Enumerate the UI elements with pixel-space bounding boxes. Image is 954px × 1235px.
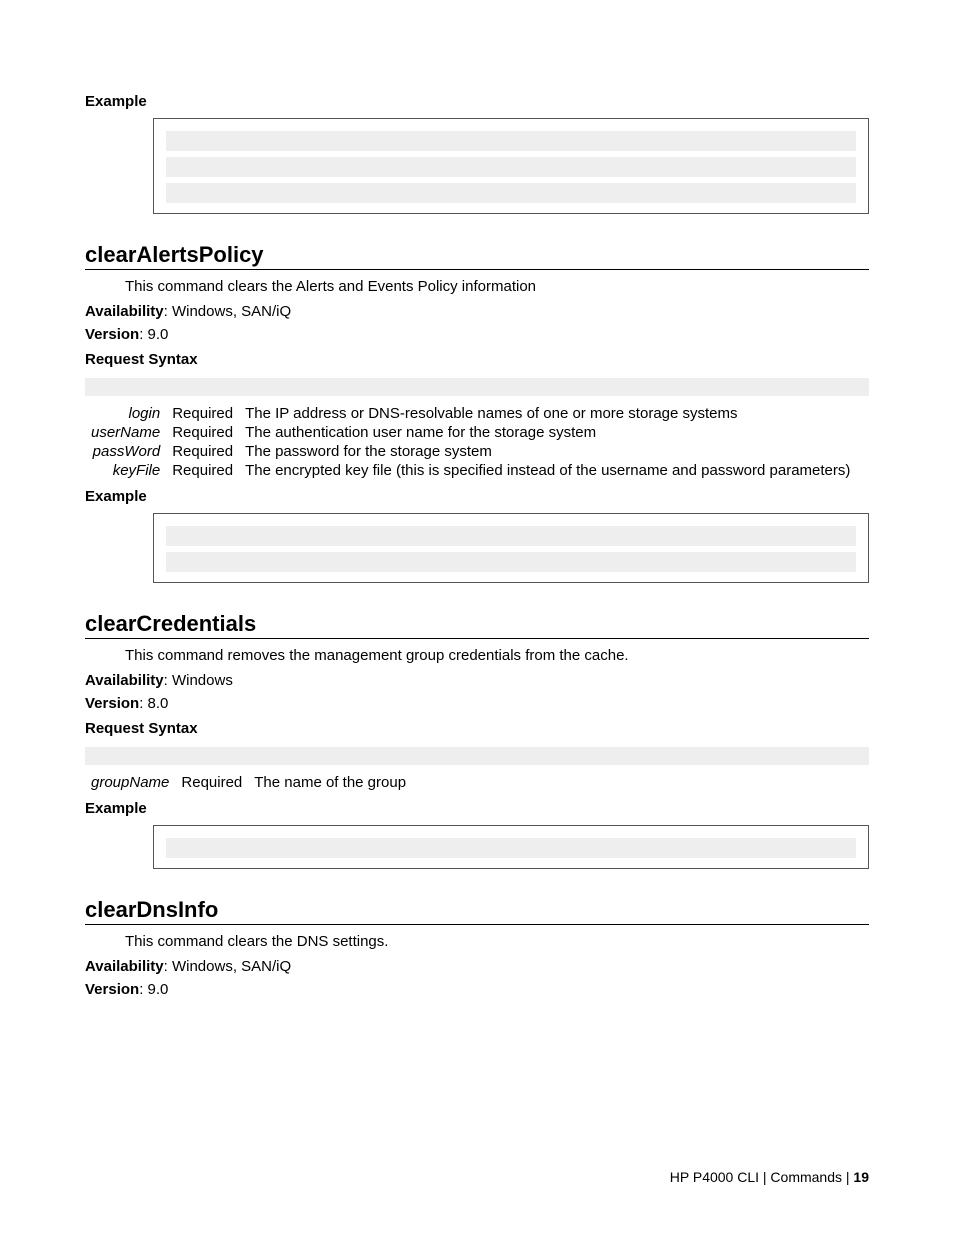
section-description: This command removes the management grou… xyxy=(125,647,869,664)
param-desc: The encrypted key file (this is specifie… xyxy=(239,461,856,480)
param-required: Required xyxy=(166,442,239,461)
version-label: Version xyxy=(85,981,139,998)
param-required: Required xyxy=(175,773,248,792)
availability-line: Availability: Windows xyxy=(85,672,869,689)
section-description: This command clears the Alerts and Event… xyxy=(125,278,869,295)
example-label: Example xyxy=(85,93,869,110)
availability-label: Availability xyxy=(85,303,164,320)
version-value: : 8.0 xyxy=(139,695,168,712)
table-row: groupName Required The name of the group xyxy=(85,773,412,792)
example-box xyxy=(153,118,869,214)
table-row: login Required The IP address or DNS-res… xyxy=(85,404,856,423)
request-syntax-label: Request Syntax xyxy=(85,720,869,737)
page-footer: HP P4000 CLI | Commands | 19 xyxy=(670,1169,869,1185)
availability-label: Availability xyxy=(85,958,164,975)
availability-value: : Windows, SAN/iQ xyxy=(164,958,292,975)
param-name: keyFile xyxy=(85,461,166,480)
code-line xyxy=(166,838,856,858)
availability-value: : Windows, SAN/iQ xyxy=(164,303,292,320)
param-name: login xyxy=(85,404,166,423)
code-line xyxy=(166,157,856,177)
availability-label: Availability xyxy=(85,672,164,689)
version-line: Version: 8.0 xyxy=(85,695,869,712)
code-line xyxy=(166,552,856,572)
table-row: passWord Required The password for the s… xyxy=(85,442,856,461)
version-label: Version xyxy=(85,695,139,712)
section-heading-clearcredentials: clearCredentials xyxy=(85,611,869,639)
version-value: : 9.0 xyxy=(139,326,168,343)
code-line xyxy=(166,131,856,151)
params-table: login Required The IP address or DNS-res… xyxy=(85,404,856,480)
param-desc: The password for the storage system xyxy=(239,442,856,461)
version-value: : 9.0 xyxy=(139,981,168,998)
request-syntax-label: Request Syntax xyxy=(85,351,869,368)
footer-text: HP P4000 CLI | Commands | xyxy=(670,1169,854,1185)
code-line xyxy=(166,526,856,546)
param-name: userName xyxy=(85,423,166,442)
example-box xyxy=(153,513,869,583)
param-name: groupName xyxy=(85,773,175,792)
param-desc: The authentication user name for the sto… xyxy=(239,423,856,442)
section-description: This command clears the DNS settings. xyxy=(125,933,869,950)
param-desc: The IP address or DNS-resolvable names o… xyxy=(239,404,856,423)
page-number: 19 xyxy=(853,1169,869,1185)
availability-line: Availability: Windows, SAN/iQ xyxy=(85,303,869,320)
availability-line: Availability: Windows, SAN/iQ xyxy=(85,958,869,975)
example-label: Example xyxy=(85,800,869,817)
syntax-bar xyxy=(85,747,869,765)
param-required: Required xyxy=(166,461,239,480)
version-label: Version xyxy=(85,326,139,343)
section-heading-clearalertspolicy: clearAlertsPolicy xyxy=(85,242,869,270)
param-required: Required xyxy=(166,423,239,442)
version-line: Version: 9.0 xyxy=(85,326,869,343)
table-row: userName Required The authentication use… xyxy=(85,423,856,442)
version-line: Version: 9.0 xyxy=(85,981,869,998)
availability-value: : Windows xyxy=(164,672,233,689)
param-name: passWord xyxy=(85,442,166,461)
param-desc: The name of the group xyxy=(248,773,412,792)
syntax-bar xyxy=(85,378,869,396)
example-box xyxy=(153,825,869,869)
section-heading-cleardnsinfo: clearDnsInfo xyxy=(85,897,869,925)
example-label: Example xyxy=(85,488,869,505)
params-table: groupName Required The name of the group xyxy=(85,773,412,792)
param-required: Required xyxy=(166,404,239,423)
table-row: keyFile Required The encrypted key file … xyxy=(85,461,856,480)
code-line xyxy=(166,183,856,203)
